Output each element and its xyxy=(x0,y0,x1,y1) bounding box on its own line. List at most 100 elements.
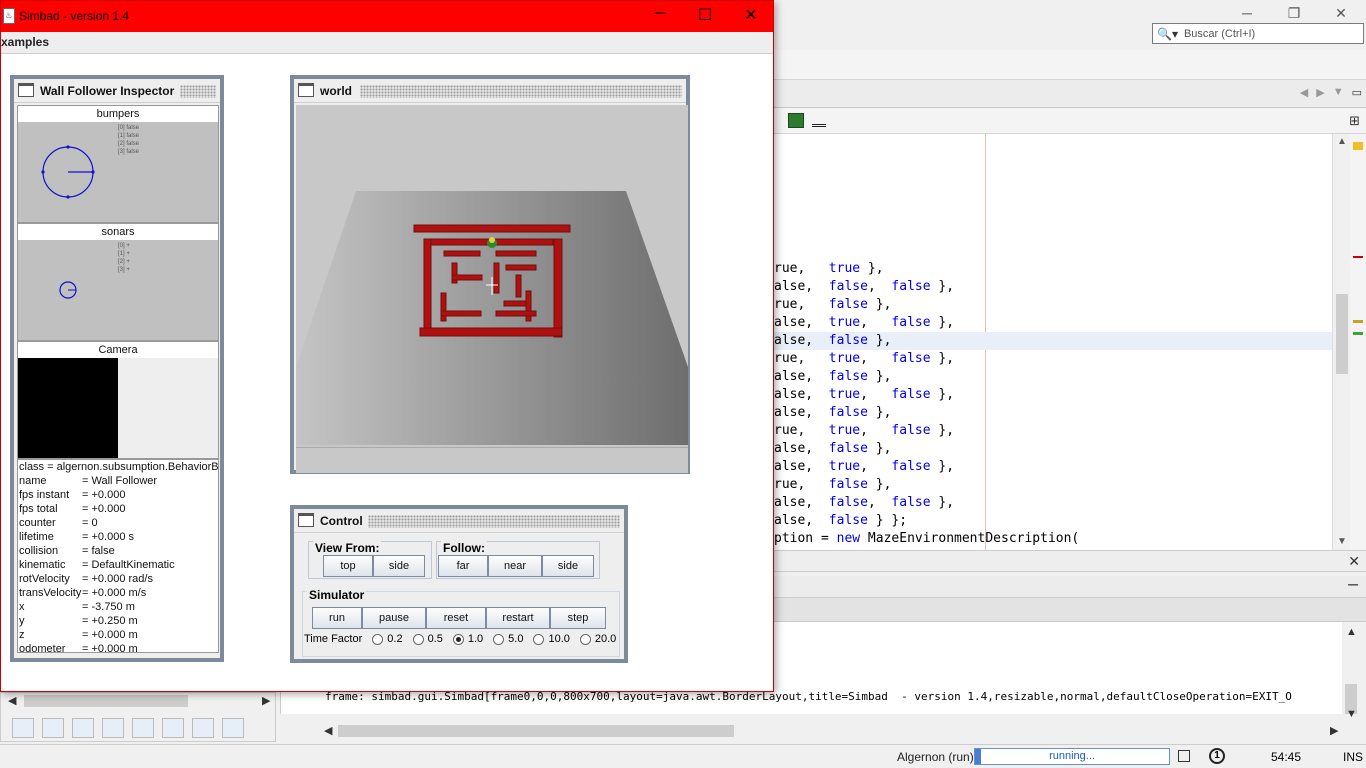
close-icon[interactable]: ✕ xyxy=(1348,553,1360,570)
code-editor[interactable]: rue, true }, alse, false, false }, rue, fa… xyxy=(774,134,1332,550)
scroll-down-icon[interactable]: ▼ xyxy=(1346,708,1357,720)
scroll-down-icon[interactable]: ▼ xyxy=(1337,536,1347,547)
code-line[interactable]: ption = new MazeEnvironmentDescription( xyxy=(774,530,1332,548)
follow-side-button[interactable]: side xyxy=(542,555,594,577)
cancel-icon[interactable] xyxy=(1178,750,1190,762)
code-line[interactable]: alse, false }, xyxy=(774,404,1332,422)
fields-icon[interactable] xyxy=(42,718,64,738)
code-line[interactable]: rue, false }, xyxy=(774,296,1332,314)
code-line[interactable]: rue, false }, xyxy=(774,476,1332,494)
scroll-up-icon[interactable]: ▲ xyxy=(1337,136,1347,147)
hierarchy-icon[interactable] xyxy=(12,718,34,738)
pause-button[interactable]: pause xyxy=(362,607,426,629)
view-side-button[interactable]: side xyxy=(373,555,425,577)
simbad-desktop: Wall Follower Inspector bumpers [0] fals… xyxy=(1,55,773,691)
warning-marker[interactable] xyxy=(1353,142,1363,150)
time-factor-radio[interactable] xyxy=(412,633,424,645)
sort-alpha-icon[interactable] xyxy=(222,718,244,738)
scroll-left-icon[interactable]: ◀ xyxy=(324,724,332,737)
scroll-right-icon[interactable]: ▶ xyxy=(1330,724,1338,737)
code-line[interactable]: alse, false }, xyxy=(774,440,1332,458)
output-vscrollbar[interactable]: ▲ ▼ xyxy=(1342,622,1360,722)
property-key: fps instant xyxy=(19,489,70,501)
code-line[interactable]: rue, true }, xyxy=(774,260,1332,278)
time-factor-radio[interactable] xyxy=(493,633,505,645)
scroll-up-icon[interactable]: ▲ xyxy=(1346,626,1357,638)
scroll-thumb[interactable] xyxy=(1336,294,1348,374)
scroll-thumb[interactable] xyxy=(338,725,734,737)
code-line[interactable]: rue, true, false }, xyxy=(774,350,1332,368)
property-row: collision = false xyxy=(18,544,218,558)
toggle-bookmark-icon[interactable] xyxy=(788,113,804,128)
error-marker[interactable] xyxy=(1353,256,1363,258)
code-line[interactable]: alse, true, false }, xyxy=(774,386,1332,404)
scroll-right-icon[interactable]: ▶ xyxy=(262,694,270,707)
restore-icon[interactable]: ❐ xyxy=(1271,2,1317,24)
world-3d-view[interactable] xyxy=(296,105,688,471)
nonpublic-icon[interactable] xyxy=(132,718,154,738)
code-line[interactable]: alse, false }, xyxy=(774,368,1332,386)
restart-button[interactable]: restart xyxy=(486,607,550,629)
minimize-icon[interactable]: ─ xyxy=(1348,576,1358,592)
control-title-bar[interactable]: Control xyxy=(294,509,624,533)
inherited-icon[interactable] xyxy=(162,718,184,738)
tab-next-icon[interactable]: ▶ xyxy=(1316,86,1324,99)
property-key: collision xyxy=(19,545,59,557)
time-factor-radio[interactable] xyxy=(533,633,545,645)
run-button[interactable]: run xyxy=(312,607,362,629)
static-icon[interactable] xyxy=(72,718,94,738)
world-title: world xyxy=(320,84,356,98)
warning-marker[interactable] xyxy=(1353,320,1363,323)
close-icon[interactable]: ✕ xyxy=(1318,2,1364,24)
close-icon[interactable]: ✕ xyxy=(728,5,774,25)
time-factor-radio[interactable] xyxy=(579,633,591,645)
time-factor-radio[interactable] xyxy=(372,633,384,645)
editor-scrollbar[interactable]: ▲ ▼ xyxy=(1332,134,1350,550)
sonar-values: [0] + [1] + [2] + [3] + xyxy=(118,242,130,274)
sonars-diagram xyxy=(59,281,77,299)
title-bar[interactable]: ♨ Simbad - version 1.4 ─ ☐ ✕ xyxy=(1,1,773,32)
minimize-icon[interactable]: ─ xyxy=(637,5,683,23)
search-input[interactable]: 🔍▾ Buscar (Ctrl+I) xyxy=(1152,23,1364,44)
progress-bar[interactable]: running... xyxy=(974,748,1170,765)
follow-near-button[interactable]: near xyxy=(488,555,542,577)
tab-list-icon[interactable]: ▼ xyxy=(1333,86,1344,99)
code-line[interactable]: alse, true, false }, xyxy=(774,314,1332,332)
minimize-icon[interactable]: ─ xyxy=(1224,2,1270,24)
ok-marker[interactable] xyxy=(1353,332,1363,335)
simbad-window: ♨ Simbad - version 1.4 ─ ☐ ✕ xamples Wal… xyxy=(0,0,774,692)
sort-icon[interactable] xyxy=(192,718,214,738)
output-hscrollbar[interactable]: ◀ ▶ xyxy=(300,722,1342,740)
property-key: y xyxy=(19,615,25,627)
menu-examples[interactable]: xamples xyxy=(1,35,49,49)
notifications-icon[interactable]: 1 xyxy=(1209,748,1225,764)
property-row: kinematic = DefaultKinematic xyxy=(18,558,218,572)
sonars-label: sonars xyxy=(18,224,218,240)
time-factor-radio[interactable] xyxy=(452,633,464,645)
world-title-bar[interactable]: world xyxy=(294,79,686,103)
lock-icon[interactable] xyxy=(102,718,124,738)
reset-button[interactable]: reset xyxy=(426,607,486,629)
property-value: = +0.000 rad/s xyxy=(82,573,153,585)
maximize-icon[interactable]: ☐ xyxy=(682,5,728,25)
code-line[interactable]: alse, false }, xyxy=(774,332,1332,350)
code-line[interactable]: rue, true, false }, xyxy=(774,422,1332,440)
navigator-hscrollbar[interactable]: ◀ ▶ xyxy=(4,693,274,709)
scroll-left-icon[interactable]: ◀ xyxy=(8,694,16,707)
step-button[interactable]: step xyxy=(550,607,606,629)
view-top-button[interactable]: top xyxy=(323,555,373,577)
code-line[interactable]: alse, false, false }, xyxy=(774,278,1332,296)
tab-prev-icon[interactable]: ◀ xyxy=(1300,86,1308,99)
comment-icon[interactable] xyxy=(812,116,826,127)
code-line[interactable]: alse, true, false }, xyxy=(774,458,1332,476)
scroll-thumb[interactable] xyxy=(24,695,188,707)
follow-far-button[interactable]: far xyxy=(438,555,488,577)
inspector-title-bar[interactable]: Wall Follower Inspector xyxy=(14,79,220,103)
code-line[interactable]: alse, false, false }, xyxy=(774,494,1332,512)
split-icon[interactable]: ⊞ xyxy=(1349,113,1360,129)
code-line[interactable]: alse, false } }; xyxy=(774,512,1332,530)
maximize-icon[interactable]: ▭ xyxy=(1352,86,1362,99)
bumpers-panel: bumpers [0] false [1] false [2] false [3] f… xyxy=(17,105,219,223)
running-project[interactable]: Algernon (run) xyxy=(897,750,974,764)
world-frame: world xyxy=(290,75,690,474)
